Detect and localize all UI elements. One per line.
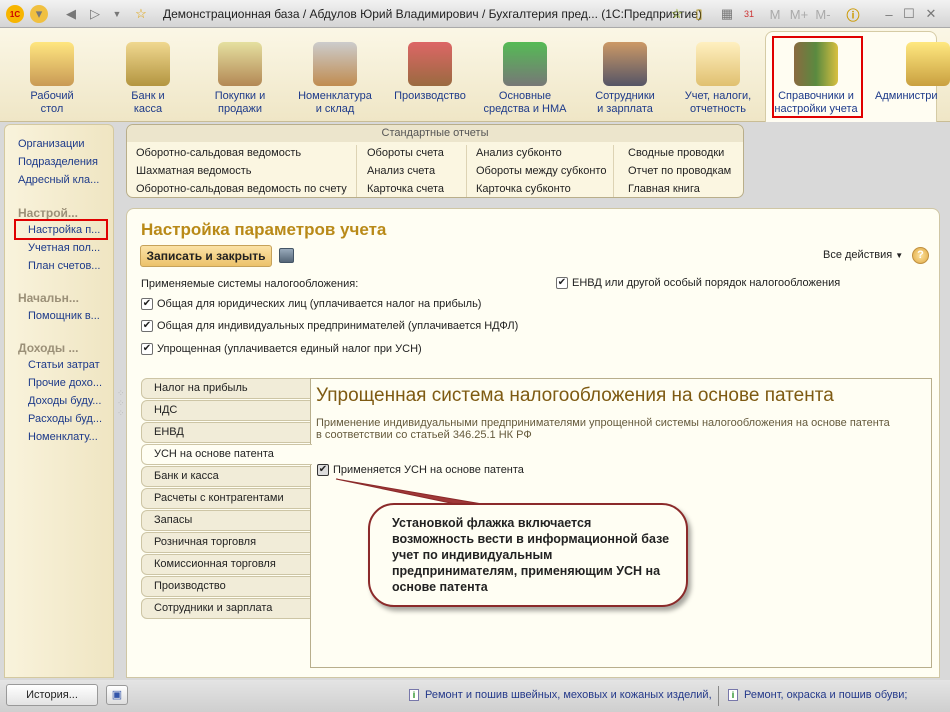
callout-bubble: Установкой флажка включается возможность…	[368, 503, 688, 607]
